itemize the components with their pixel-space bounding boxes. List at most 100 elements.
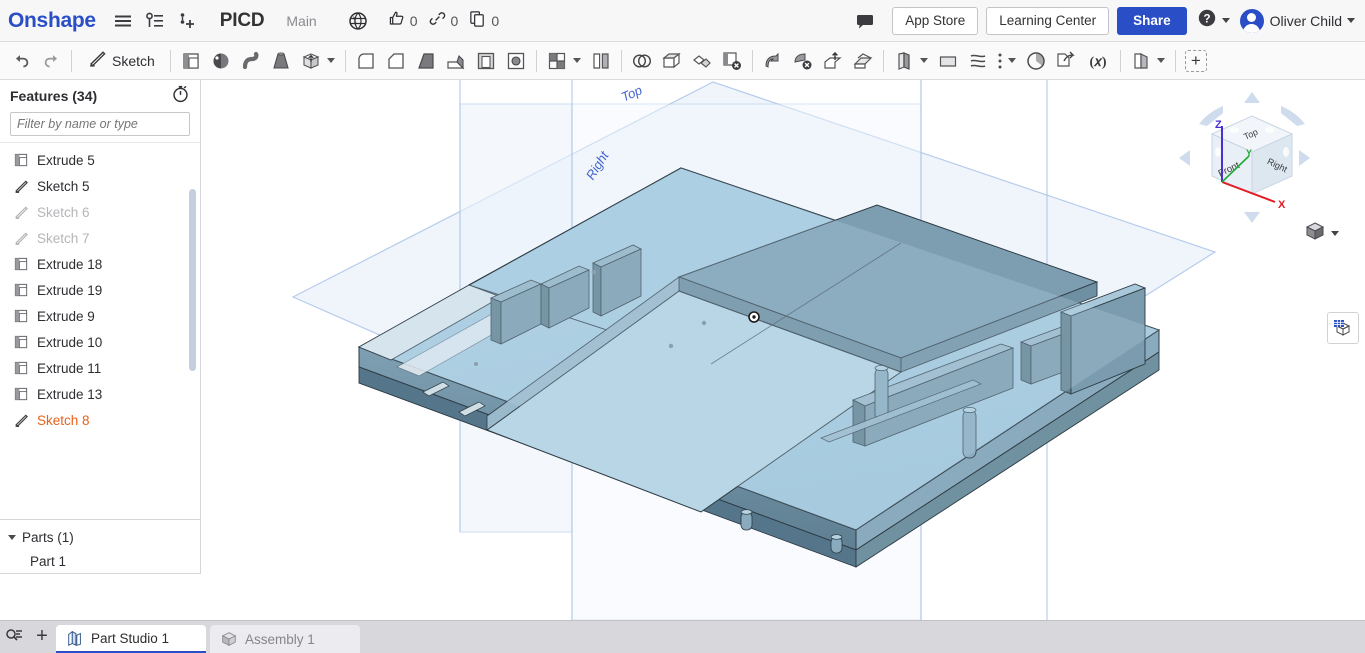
stopwatch-icon[interactable] (171, 84, 190, 108)
feature-row-sketch-5[interactable]: Sketch 5 (0, 173, 200, 199)
add-tab-button[interactable]: + (28, 622, 56, 650)
feature-row-extrude-9[interactable]: Extrude 9 (0, 303, 200, 329)
globe-icon[interactable] (345, 8, 371, 34)
app-store-button[interactable]: App Store (892, 6, 979, 35)
chamfer-icon[interactable] (381, 46, 411, 76)
feature-row-extrude-13[interactable]: Extrude 13 (0, 381, 200, 407)
extrude-icon (12, 385, 30, 403)
like-stat[interactable]: 0 (387, 9, 418, 33)
pencil-icon (12, 203, 30, 221)
feature-row-extrude-5[interactable]: Extrude 5 (0, 147, 200, 173)
sketch-button-label: Sketch (112, 52, 155, 69)
add-version-icon[interactable] (174, 8, 200, 34)
origin-point-icon (748, 311, 760, 323)
sweep-icon[interactable] (236, 46, 266, 76)
user-menu[interactable]: Oliver Child (1239, 8, 1355, 33)
feature-label: Sketch 8 (37, 412, 90, 428)
extrude-icon[interactable] (176, 46, 206, 76)
shell-icon[interactable] (471, 46, 501, 76)
sheet-metal-icon[interactable] (889, 46, 919, 76)
unbend-icon[interactable] (788, 46, 818, 76)
feature-label: Extrude 9 (37, 308, 95, 324)
redo-arrow-icon[interactable] (36, 46, 66, 76)
chevron-down-icon[interactable] (326, 58, 335, 63)
branch-icon[interactable] (142, 8, 168, 34)
transform-icon[interactable] (687, 46, 717, 76)
parts-title: Parts (1) (22, 529, 74, 545)
svg-text:?: ? (1203, 14, 1210, 26)
shaded-cube-icon (1304, 220, 1326, 247)
graphics-viewport[interactable]: Top Right Top Front Right Z X Y (201, 80, 1365, 620)
derived-icon[interactable] (1126, 46, 1156, 76)
feature-row-sketch-8[interactable]: Sketch 8 (0, 407, 200, 433)
share-button[interactable]: Share (1117, 6, 1187, 35)
features-title: Features (34) (10, 88, 98, 104)
feature-row-extrude-18[interactable]: Extrude 18 (0, 251, 200, 277)
hole-icon[interactable] (501, 46, 531, 76)
view-cube[interactable]: Top Front Right Z X Y (1177, 90, 1327, 240)
replace-face-icon[interactable] (848, 46, 878, 76)
variable-icon[interactable]: (𝑥) (1081, 46, 1115, 76)
feature-row-extrude-11[interactable]: Extrude 11 (0, 355, 200, 381)
feature-row-sketch-7[interactable]: Sketch 7 (0, 225, 200, 251)
loft-icon[interactable] (266, 46, 296, 76)
copy-stat[interactable]: 0 (468, 9, 499, 33)
pattern-icon[interactable] (542, 46, 572, 76)
tab-assembly-1[interactable]: Assembly 1 (210, 625, 360, 653)
chevron-down-icon[interactable] (919, 58, 928, 63)
list-item[interactable]: Part 1 (0, 549, 200, 573)
parts-header[interactable]: Parts (1) (0, 525, 200, 549)
fillet-icon[interactable] (351, 46, 381, 76)
part-studio-icon (66, 629, 84, 647)
undo-arrow-icon[interactable] (6, 46, 36, 76)
thicken-icon[interactable] (296, 46, 326, 76)
helix-icon[interactable] (993, 46, 1007, 76)
pencil-icon (12, 177, 30, 195)
tab-filter-icon[interactable] (0, 622, 28, 650)
sketch-button[interactable]: Sketch (79, 47, 163, 75)
display-mode-selector[interactable] (1304, 220, 1339, 247)
move-face-icon[interactable] (818, 46, 848, 76)
tab-part-studio-1[interactable]: Part Studio 1 (56, 625, 206, 653)
document-title[interactable]: PICD (220, 10, 265, 32)
link-stat[interactable]: 0 (428, 9, 458, 33)
extrude-icon (12, 359, 30, 377)
filter-input[interactable] (10, 112, 190, 136)
pencil-icon (12, 229, 30, 247)
delete-part-icon[interactable] (717, 46, 747, 76)
curve-icon[interactable] (963, 46, 993, 76)
extrude-icon (12, 151, 30, 169)
split-icon[interactable] (657, 46, 687, 76)
revolve-icon[interactable] (206, 46, 236, 76)
help-menu[interactable]: ? (1197, 8, 1230, 33)
appearance-grid-icon[interactable] (1327, 312, 1359, 344)
svg-text:Y: Y (1246, 148, 1252, 158)
boolean-icon[interactable] (627, 46, 657, 76)
top-bar: Onshape PICD Main 0 0 0 App Store Learni… (0, 0, 1365, 42)
feature-label: Extrude 19 (37, 282, 103, 298)
feature-row-extrude-19[interactable]: Extrude 19 (0, 277, 200, 303)
tab-label: Part Studio 1 (91, 630, 170, 646)
onshape-logo[interactable]: Onshape (8, 9, 96, 33)
import-icon[interactable] (1051, 46, 1081, 76)
comment-icon[interactable] (852, 8, 878, 34)
chevron-down-icon[interactable] (572, 58, 581, 63)
mirror-icon[interactable] (586, 46, 616, 76)
draft-icon[interactable] (411, 46, 441, 76)
feature-list-scrollbar[interactable] (189, 189, 196, 371)
dashed-plus-icon[interactable]: + (1184, 49, 1207, 72)
chevron-down-icon[interactable] (1156, 58, 1165, 63)
section-icon[interactable] (1021, 46, 1051, 76)
bend-icon[interactable] (758, 46, 788, 76)
feature-row-extrude-10[interactable]: Extrude 10 (0, 329, 200, 355)
svg-text:Z: Z (1215, 119, 1222, 131)
chevron-down-icon[interactable] (1007, 58, 1016, 63)
learning-center-button[interactable]: Learning Center (986, 6, 1110, 35)
hamburger-icon[interactable] (110, 8, 136, 34)
rib-icon[interactable] (441, 46, 471, 76)
feature-row-sketch-6[interactable]: Sketch 6 (0, 199, 200, 225)
plane-icon[interactable] (933, 46, 963, 76)
feature-label: Sketch 5 (37, 178, 90, 194)
workspace-name[interactable]: Main (286, 13, 316, 29)
filter-box (0, 112, 200, 142)
